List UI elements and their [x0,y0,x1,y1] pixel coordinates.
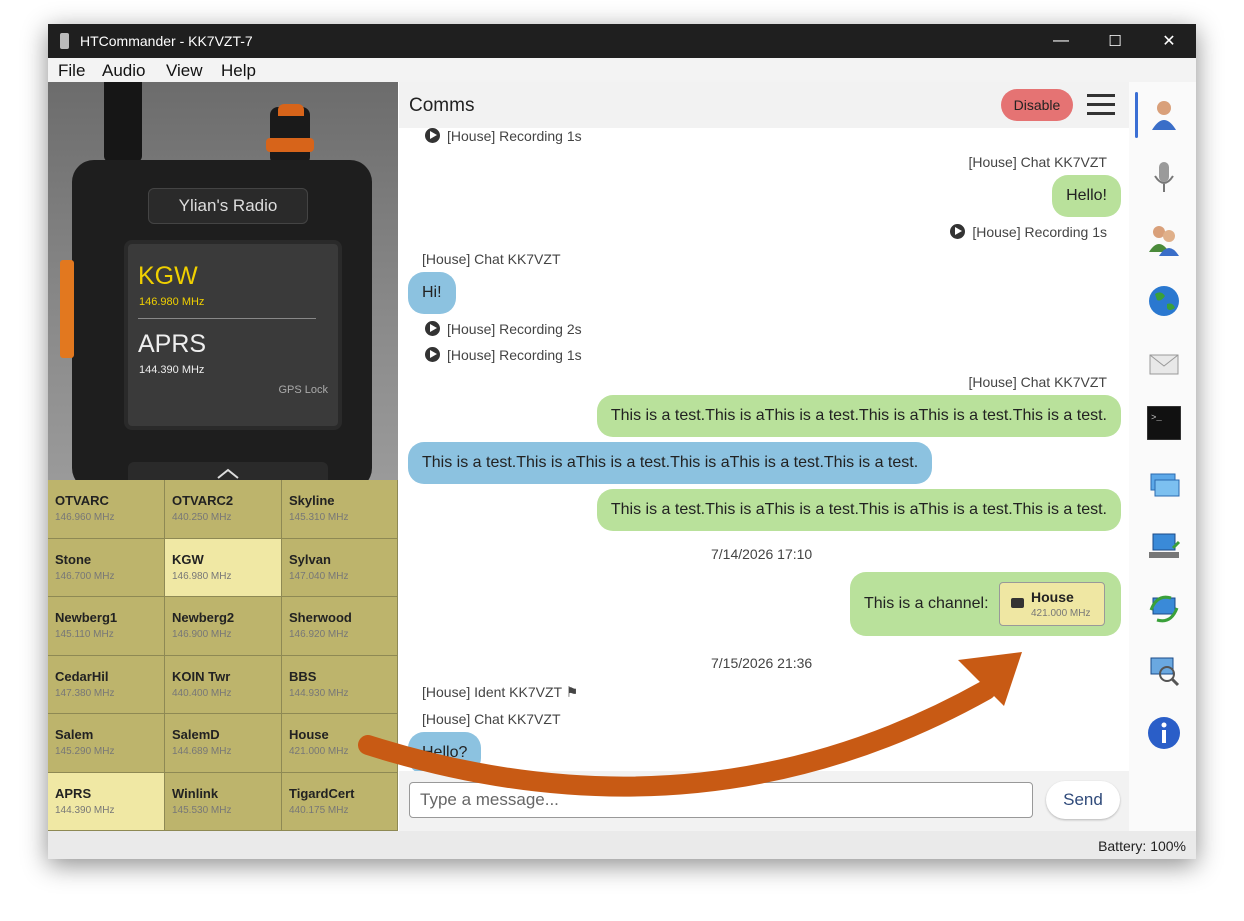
compose-bar: Send [399,771,1129,831]
comms-panel: Comms Disable [House] Recording 1s [Hous… [399,82,1129,831]
window-title: HTCommander - KK7VZT-7 [80,33,253,49]
channel-button[interactable]: KOIN Twr 440.400 MHz [165,655,282,714]
channel-button[interactable]: Sylvan 147.040 MHz [282,538,398,597]
vfo-a-freq: 146.980 MHz [139,296,205,308]
windows-icon[interactable] [1147,468,1181,502]
channel-button[interactable]: Newberg1 145.110 MHz [48,597,165,656]
message-header: [House] Chat KK7VZT [968,374,1107,390]
radio-antenna [104,82,142,162]
selected-indicator [1135,92,1138,138]
disable-button[interactable]: Disable [1001,89,1073,121]
microphone-icon[interactable] [1147,160,1181,194]
message-header: [House] Ident KK7VZT ⚑ [422,684,579,700]
message-header: [House] Chat KK7VZT [422,711,561,727]
channel-button[interactable]: Salem 145.290 MHz [48,714,165,773]
channel-grid: OTVARC 146.960 MHz OTVARC2 440.250 MHz Sky… [48,480,398,831]
radio-screen: KGW 146.980 MHz APRS 144.390 MHz GPS Loc… [124,240,342,430]
play-icon[interactable] [425,321,440,336]
vfo-a-name: KGW [138,262,198,290]
incoming-message: Hello? [408,732,482,771]
channel-button[interactable]: Winlink 145.530 MHz [165,772,282,831]
right-toolbar: >_ [1129,82,1196,831]
search-network-icon[interactable] [1147,654,1181,688]
channel-chip[interactable]: House 421.000 MHz [999,582,1105,626]
channel-button[interactable]: Skyline 145.310 MHz [282,480,398,539]
outgoing-message: This is a test.This is aThis is a test.T… [596,489,1121,531]
radio-icon [1011,598,1024,608]
screen-divider [138,318,316,319]
comms-title: Comms [409,95,475,116]
app-window: HTCommander - KK7VZT-7 — ☐ ✕ File Audio … [48,24,1196,859]
title-bar: HTCommander - KK7VZT-7 — ☐ ✕ [48,24,1196,58]
menu-file[interactable]: File [58,61,85,81]
play-icon[interactable] [425,128,440,143]
users-icon[interactable] [1147,222,1181,256]
app-radio-icon [60,33,69,49]
minimize-button[interactable]: — [1034,24,1088,58]
channel-button[interactable]: House 421.000 MHz [282,714,398,773]
comms-header: Comms Disable [399,82,1129,128]
vfo-b-freq: 144.390 MHz [139,364,205,376]
channel-button[interactable]: Newberg2 146.900 MHz [165,597,282,656]
channel-button[interactable]: SalemD 144.689 MHz [165,714,282,773]
channel-button[interactable]: Sherwood 146.920 MHz [282,597,398,656]
incoming-message: Hi! [408,272,456,314]
close-button[interactable]: ✕ [1142,24,1196,58]
flag-icon: ⚑ [565,684,579,700]
send-button[interactable]: Send [1046,781,1120,819]
globe-icon[interactable] [1147,284,1181,318]
message-header: [House] Chat KK7VZT [968,154,1107,170]
recording-item[interactable]: [House] Recording 1s [425,347,582,363]
chevron-up-icon [217,468,239,479]
recording-item[interactable]: [House] Recording 2s [425,321,582,337]
channel-button[interactable]: BBS 144.930 MHz [282,655,398,714]
outgoing-message: Hello! [1052,175,1121,217]
menu-bar: File Audio View Help [48,58,1196,82]
menu-help[interactable]: Help [221,61,256,81]
radio-side-button [60,260,74,358]
gps-status: GPS Lock [278,384,328,396]
network-icon[interactable] [1147,530,1181,564]
date-separator: 7/15/2026 21:36 [711,655,813,671]
date-separator: 7/14/2026 17:10 [711,546,813,562]
hamburger-menu-icon[interactable] [1087,94,1115,116]
recording-item[interactable]: [House] Recording 1s [425,128,582,144]
channel-button[interactable]: KGW 146.980 MHz [165,538,282,597]
svg-text:>_: >_ [1151,413,1162,423]
channel-button[interactable]: CedarHil 147.380 MHz [48,655,165,714]
contact-icon[interactable] [1147,98,1181,132]
message-header: [House] Chat KK7VZT [422,251,561,267]
radio-display: Ylian's Radio KGW 146.980 MHz APRS 144.3… [48,82,398,480]
message-input[interactable] [409,782,1033,818]
channel-button[interactable]: TigardCert 440.175 MHz [282,772,398,831]
mail-icon[interactable] [1147,346,1181,380]
menu-view[interactable]: View [166,61,203,81]
status-bar: Battery: 100% [48,831,1196,859]
outgoing-channel-message: This is a channel: House 421.000 MHz [850,572,1121,636]
network-sync-icon[interactable] [1147,592,1181,626]
info-icon[interactable] [1147,716,1181,750]
radio-name-plate: Ylian's Radio [148,188,308,224]
channel-button[interactable]: APRS 144.390 MHz [48,772,165,831]
channel-button[interactable]: OTVARC2 440.250 MHz [165,480,282,539]
play-icon[interactable] [950,224,966,239]
battery-status: Battery: 100% [1098,838,1186,854]
channel-button[interactable]: OTVARC 146.960 MHz [48,480,165,539]
play-icon[interactable] [425,347,440,362]
incoming-message: This is a test.This is aThis is a test.T… [408,442,933,484]
outgoing-message: This is a test.This is aThis is a test.T… [596,395,1121,437]
radio-keypad-top [128,462,328,480]
vfo-b-name: APRS [138,330,207,358]
maximize-button[interactable]: ☐ [1088,24,1142,58]
message-list[interactable]: [House] Recording 1s [House] Chat KK7VZT… [399,128,1129,771]
channel-button[interactable]: Stone 146.700 MHz [48,538,165,597]
menu-audio[interactable]: Audio [102,61,145,81]
terminal-icon[interactable]: >_ [1147,406,1181,440]
recording-item[interactable]: [House] Recording 1s [950,224,1107,240]
